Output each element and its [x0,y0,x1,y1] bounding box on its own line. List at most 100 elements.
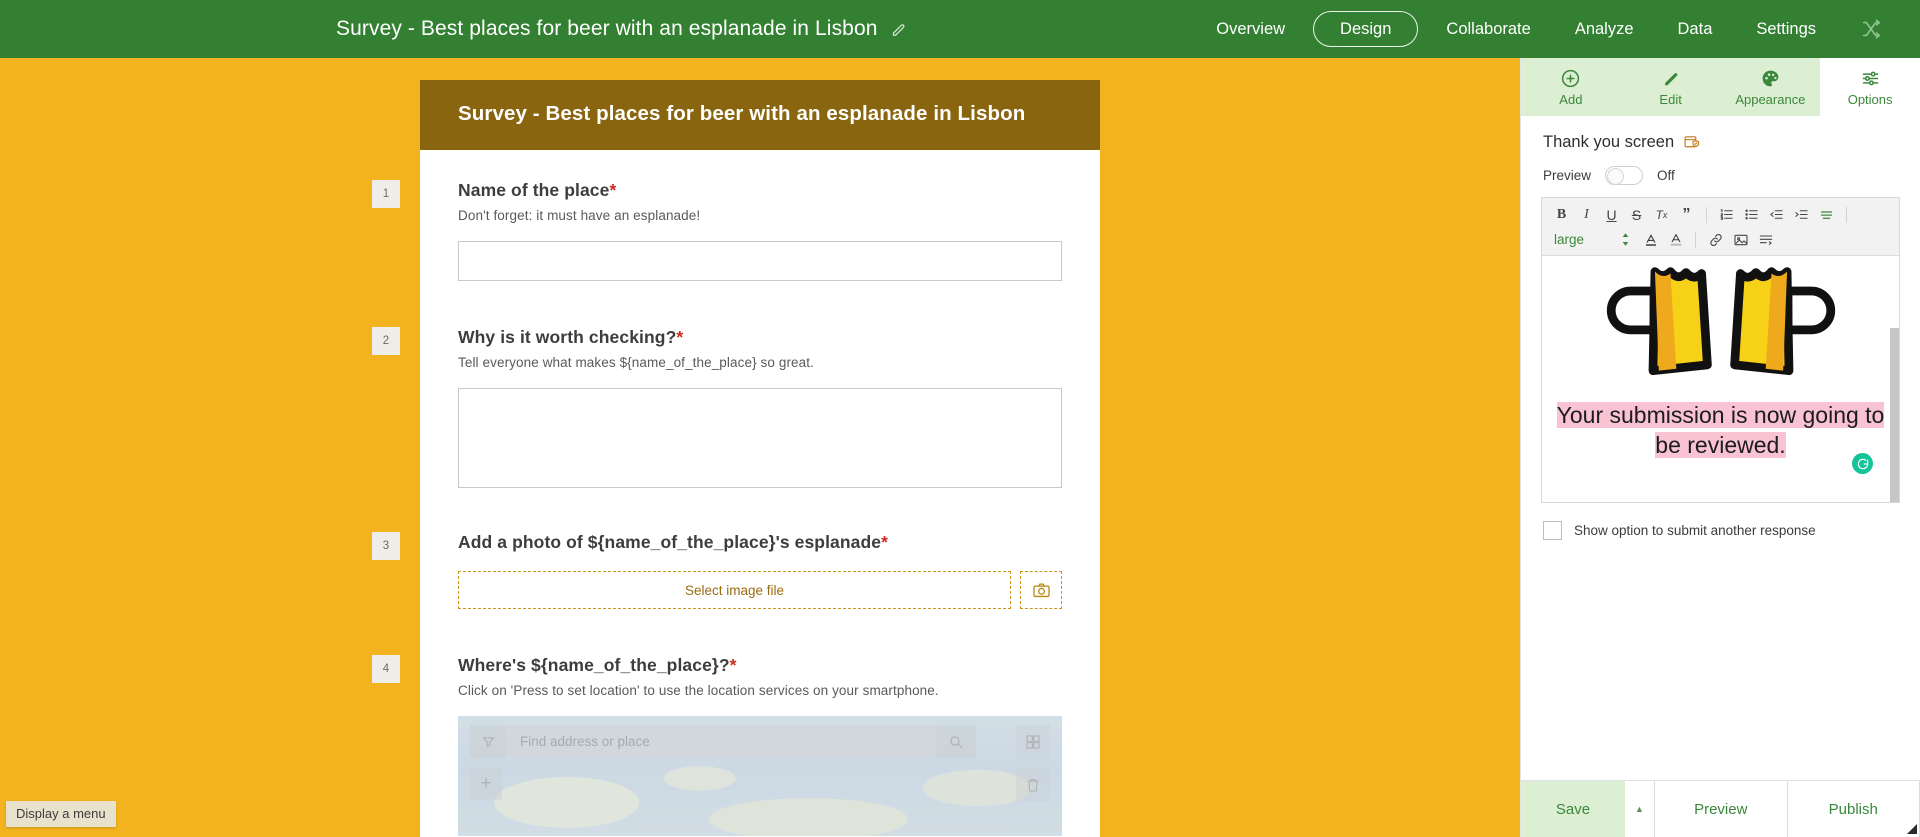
required-marker: * [881,532,889,552]
publish-button[interactable]: Publish [1787,781,1920,837]
panel-tab-appearance[interactable]: Appearance [1720,58,1821,116]
highlight-color-icon[interactable] [1664,229,1687,251]
bold-icon[interactable]: B [1550,204,1573,226]
font-size-select[interactable]: large [1550,232,1612,247]
editor-content-area[interactable]: Your submission is now going to be revie… [1542,256,1899,502]
camera-capture-button[interactable] [1020,571,1062,609]
clear-format-icon[interactable]: Tx [1650,204,1673,226]
nav-design[interactable]: Design [1313,10,1419,48]
insert-block-icon[interactable] [1754,229,1777,251]
nav-analyze[interactable]: Analyze [1553,0,1656,58]
panel-tab-label: Add [1559,91,1583,107]
select-image-file-dropzone[interactable]: Select image file [458,571,1011,609]
strikethrough-icon[interactable]: S [1625,204,1648,226]
preview-button[interactable]: Preview [1655,781,1788,837]
survey-form-card: Survey - Best places for beer with an es… [372,80,1100,837]
nav-collaborate[interactable]: Collaborate [1424,0,1552,58]
question-title: Where's ${name_of_the_place}?* [458,655,1062,676]
toolbar-divider [1846,206,1847,223]
form-title: Survey - Best places for beer with an es… [458,102,1026,125]
header-title-group: Survey - Best places for beer with an es… [336,0,907,58]
panel-tab-label: Edit [1659,91,1682,107]
question-description: Tell everyone what makes ${name_of_the_p… [458,355,814,370]
save-dropdown-caret-icon[interactable]: ▲ [1625,781,1655,837]
map-zoom-in-button[interactable]: + [470,768,502,800]
preview-toggle-row: Preview Off [1521,152,1920,185]
why-worth-checking-textarea[interactable] [458,388,1062,488]
section-title: Thank you screen [1543,133,1675,151]
grid-select-icon[interactable] [1016,725,1050,759]
question-title: Add a photo of ${name_of_the_place}'s es… [458,532,1062,553]
panel-tab-add[interactable]: Add [1521,58,1621,116]
toolbar-divider [1706,206,1707,223]
question-number-badge: 4 [372,655,400,683]
panel-tab-edit[interactable]: Edit [1620,58,1721,116]
question-title: Why is it worth checking?* [458,327,1062,348]
grammarly-icon[interactable] [1852,453,1873,474]
nav-data[interactable]: Data [1656,0,1735,58]
font-size-stepper-icon[interactable] [1614,229,1637,251]
question-number-badge: 1 [372,180,400,208]
question-title: Name of the place* [458,180,1062,201]
thankyou-screen-icon [1683,134,1700,151]
panel-tab-label: Options [1847,91,1893,107]
nav-settings[interactable]: Settings [1734,0,1838,58]
camera-icon [1032,581,1051,600]
insert-image-icon[interactable] [1729,229,1752,251]
font-color-icon[interactable] [1639,229,1662,251]
name-of-place-input[interactable] [458,241,1062,281]
question-1: 1 Name of the place* Don't forget: it mu… [372,150,1100,281]
question-title-text: Name of the place [458,180,610,200]
app-header: Survey - Best places for beer with an es… [0,0,1920,58]
save-button[interactable]: Save [1521,781,1625,837]
outdent-icon[interactable] [1765,204,1788,226]
blockquote-icon[interactable]: ” [1675,204,1698,226]
required-marker: * [609,180,617,200]
thank-you-message[interactable]: Your submission is now going to be revie… [1542,400,1899,461]
submit-another-response-label: Show option to submit another response [1574,523,1816,538]
preview-toggle[interactable] [1605,166,1644,185]
panel-tab-label: Appearance [1735,91,1806,107]
editor-toolbar: B I U S Tx ” large [1542,198,1899,256]
italic-icon[interactable]: I [1575,204,1598,226]
search-icon[interactable] [936,734,976,750]
panel-content: Thank you screen Preview Off B I U S T x… [1521,116,1920,780]
question-2: 2 Why is it worth checking?* Tell everyo… [372,281,1100,488]
clinking-beer-mugs-emoji [1542,258,1899,394]
thank-you-message-text: Your submission is now going to be revie… [1556,402,1885,459]
link-icon[interactable] [1704,229,1727,251]
resize-grip-icon[interactable] [1906,823,1918,835]
panel-tab-bar: Add Edit Appearance Options [1521,58,1920,116]
map-search-placeholder: Find address or place [520,734,650,749]
nav-overview[interactable]: Overview [1194,0,1307,58]
align-icon[interactable] [1815,204,1838,226]
form-body: 1 Name of the place* Don't forget: it mu… [372,150,1100,837]
map-search-input[interactable]: Find address or place [506,725,936,758]
ordered-list-icon[interactable] [1715,204,1738,226]
indent-icon[interactable] [1790,204,1813,226]
trash-icon[interactable] [1016,768,1050,802]
underline-icon[interactable]: U [1600,204,1623,226]
main-nav: Overview Design Collaborate Analyze Data… [1194,0,1900,58]
plus-circle-icon [1560,68,1581,90]
editor-toolbar-row-1: B I U S Tx ” [1550,203,1893,226]
pencil-icon[interactable] [890,21,907,38]
question-4: 4 Where's ${name_of_the_place}?* Click o… [372,609,1100,836]
submit-another-response-checkbox[interactable] [1543,521,1562,540]
bullet-list-icon[interactable] [1740,204,1763,226]
question-description: Don't forget: it must have an esplanade! [458,208,701,223]
shuffle-icon[interactable] [1838,18,1900,40]
panel-tab-options[interactable]: Options [1820,58,1920,116]
preview-state-label: Off [1657,168,1675,183]
toggle-knob [1607,168,1625,185]
panel-footer: Save ▲ Preview Publish [1521,780,1920,837]
editor-scrollbar[interactable] [1890,328,1899,502]
question-title-text: Where's ${name_of_the_place}? [458,655,730,675]
upload-label: Select image file [684,582,785,598]
display-menu-tooltip: Display a menu [6,801,116,827]
funnel-icon[interactable] [470,725,506,758]
question-number-badge: 3 [372,532,400,560]
question-3: 3 Add a photo of ${name_of_the_place}'s … [372,488,1100,609]
map-search-bar: Find address or place [470,725,976,758]
location-map-widget[interactable]: Find address or place + [458,716,1062,836]
